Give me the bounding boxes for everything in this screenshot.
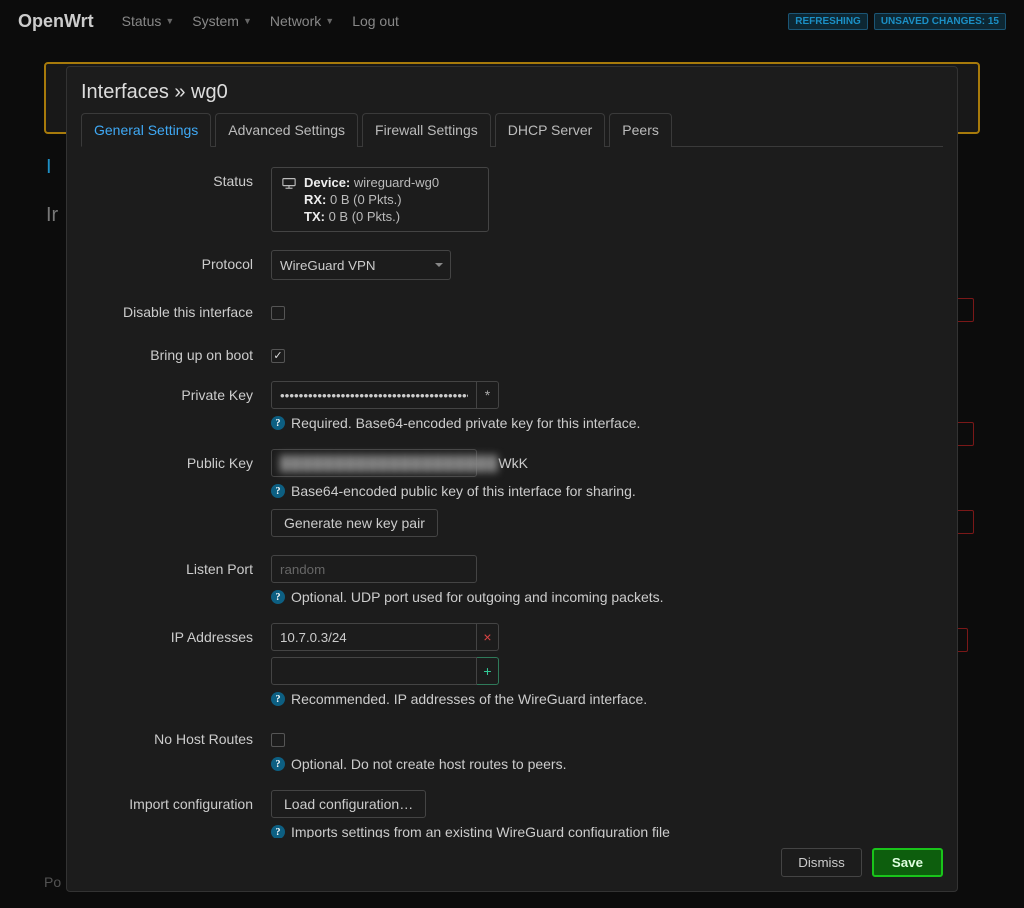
hint-no-host-routes: Optional. Do not create host routes to p… (291, 756, 567, 772)
protocol-select[interactable]: WireGuard VPN (271, 250, 451, 280)
chevron-down-icon: ▼ (325, 16, 334, 26)
ip-address-input-0[interactable] (271, 623, 477, 651)
tx-value: 0 B (0 Pkts.) (329, 209, 401, 224)
tab-firewall-settings[interactable]: Firewall Settings (362, 113, 491, 147)
nav-system-label: System (192, 13, 239, 29)
rx-value: 0 B (0 Pkts.) (330, 192, 402, 207)
tab-general-settings[interactable]: General Settings (81, 113, 211, 147)
modal-tabs: General Settings Advanced Settings Firew… (81, 112, 943, 147)
background-footer-text: Po (44, 874, 61, 890)
bring-up-on-boot-checkbox[interactable] (271, 349, 285, 363)
tab-dhcp-server[interactable]: DHCP Server (495, 113, 606, 147)
background-text: I (46, 156, 52, 179)
label-listen-port: Listen Port (85, 555, 271, 577)
info-icon: ? (271, 590, 285, 604)
nav-network[interactable]: Network ▼ (270, 13, 334, 29)
label-boot: Bring up on boot (85, 341, 271, 363)
nav-status[interactable]: Status▼ (122, 13, 175, 29)
chevron-down-icon: ▼ (243, 16, 252, 26)
info-icon: ? (271, 484, 285, 498)
info-icon: ? (271, 825, 285, 838)
unsaved-changes-badge[interactable]: UNSAVED CHANGES: 15 (874, 13, 1006, 30)
disable-interface-checkbox[interactable] (271, 306, 285, 320)
status-box: Device: wireguard-wg0 RX: 0 B (0 Pkts.) … (271, 167, 489, 232)
form-area: Status Device: wireguard-wg0 RX: 0 B (0 … (81, 161, 943, 838)
device-icon (282, 176, 296, 190)
save-button[interactable]: Save (872, 848, 943, 877)
device-label: Device: (304, 175, 350, 190)
info-icon: ? (271, 757, 285, 771)
nav-status-label: Status (122, 13, 162, 29)
no-host-routes-checkbox[interactable] (271, 733, 285, 747)
label-ip-addresses: IP Addresses (85, 623, 271, 645)
background-text: Ir (46, 204, 58, 227)
hint-listen-port: Optional. UDP port used for outgoing and… (291, 589, 664, 605)
add-ip-button[interactable]: + (477, 657, 499, 685)
label-protocol: Protocol (85, 250, 271, 272)
info-icon: ? (271, 416, 285, 430)
label-private-key: Private Key (85, 381, 271, 403)
label-public-key: Public Key (85, 449, 271, 471)
listen-port-input[interactable] (271, 555, 477, 583)
hint-ip-addresses: Recommended. IP addresses of the WireGua… (291, 691, 647, 707)
nav-logout[interactable]: Log out (352, 13, 399, 29)
dismiss-button[interactable]: Dismiss (781, 848, 862, 877)
rx-label: RX: (304, 192, 326, 207)
nav-network-label: Network (270, 13, 321, 29)
status-badges: REFRESHING UNSAVED CHANGES: 15 (788, 13, 1006, 30)
generate-key-pair-button[interactable]: Generate new key pair (271, 509, 438, 537)
label-status: Status (85, 167, 271, 189)
public-key-masked: ████████████████████ (280, 455, 498, 471)
reveal-private-key-button[interactable]: * (477, 381, 499, 409)
nav-system[interactable]: System ▼ (192, 13, 252, 29)
remove-ip-button[interactable]: × (477, 623, 499, 651)
public-key-suffix: WkK (498, 455, 528, 471)
modal-footer: Dismiss Save (67, 838, 957, 891)
nav-logout-label: Log out (352, 13, 399, 29)
brand[interactable]: OpenWrt (18, 11, 94, 32)
label-no-host-routes: No Host Routes (85, 725, 271, 747)
hint-import-configuration: Imports settings from an existing WireGu… (291, 824, 670, 838)
hint-public-key: Base64-encoded public key of this interf… (291, 483, 636, 499)
refreshing-badge[interactable]: REFRESHING (788, 13, 868, 30)
hint-private-key: Required. Base64-encoded private key for… (291, 415, 640, 431)
tx-label: TX: (304, 209, 325, 224)
ip-address-input-new[interactable] (271, 657, 477, 685)
top-header: OpenWrt Status▼ System▼ Network▼ Log out… (0, 0, 1024, 42)
tab-peers[interactable]: Peers (609, 113, 672, 147)
device-value: wireguard-wg0 (354, 175, 439, 190)
chevron-down-icon: ▼ (165, 16, 174, 26)
label-disable: Disable this interface (85, 298, 271, 320)
modal-title: Interfaces » wg0 (81, 77, 943, 112)
private-key-input[interactable] (271, 381, 477, 409)
interface-modal: Interfaces » wg0 General Settings Advanc… (66, 66, 958, 892)
info-icon: ? (271, 692, 285, 706)
load-configuration-button[interactable]: Load configuration… (271, 790, 426, 818)
label-import-configuration: Import configuration (85, 790, 271, 812)
tab-advanced-settings[interactable]: Advanced Settings (215, 113, 358, 147)
public-key-display[interactable]: ████████████████████WkK (271, 449, 477, 477)
